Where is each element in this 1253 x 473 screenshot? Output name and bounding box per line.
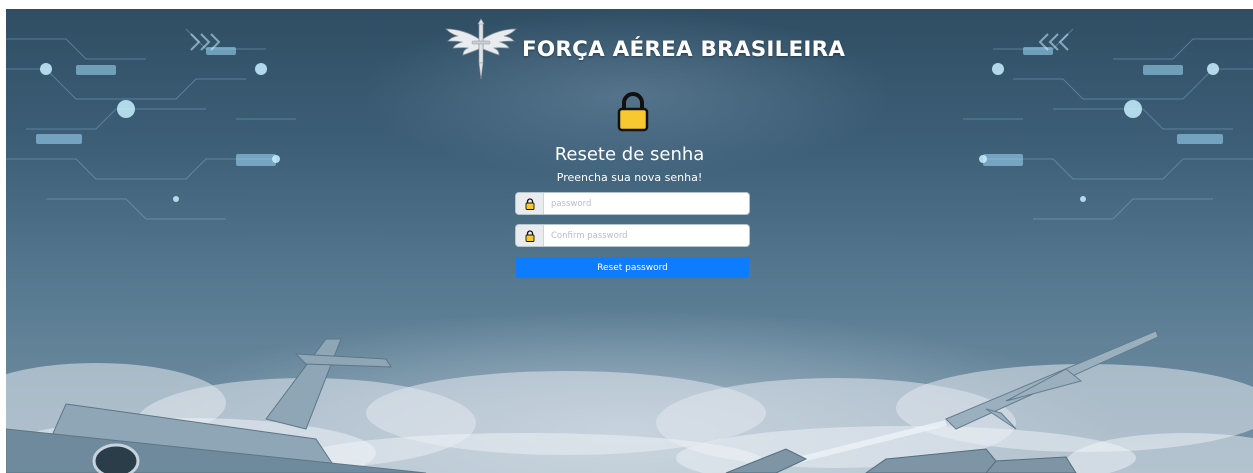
password-field-group [516, 193, 749, 214]
password-field-addon [516, 193, 544, 214]
page-subtitle: Preencha sua nova senha! [556, 171, 703, 184]
padlock-icon [525, 197, 534, 210]
background-scene: FORÇA AÉREA BRASILEIRA Resete de senha P… [6, 9, 1253, 473]
confirm-password-field-group [516, 225, 749, 246]
password-input[interactable] [544, 193, 749, 214]
header: FORÇA AÉREA BRASILEIRA [444, 17, 845, 81]
padlock-icon [617, 92, 649, 132]
confirm-password-input[interactable] [544, 225, 749, 246]
confirm-password-field-addon [516, 225, 544, 246]
padlock-icon [525, 229, 534, 242]
air-force-wings-sword-emblem-icon [445, 18, 517, 80]
page-title: Resete de senha [554, 144, 705, 165]
reset-password-button[interactable]: Reset password [516, 257, 749, 278]
brand-title: FORÇA AÉREA BRASILEIRA [522, 36, 846, 62]
